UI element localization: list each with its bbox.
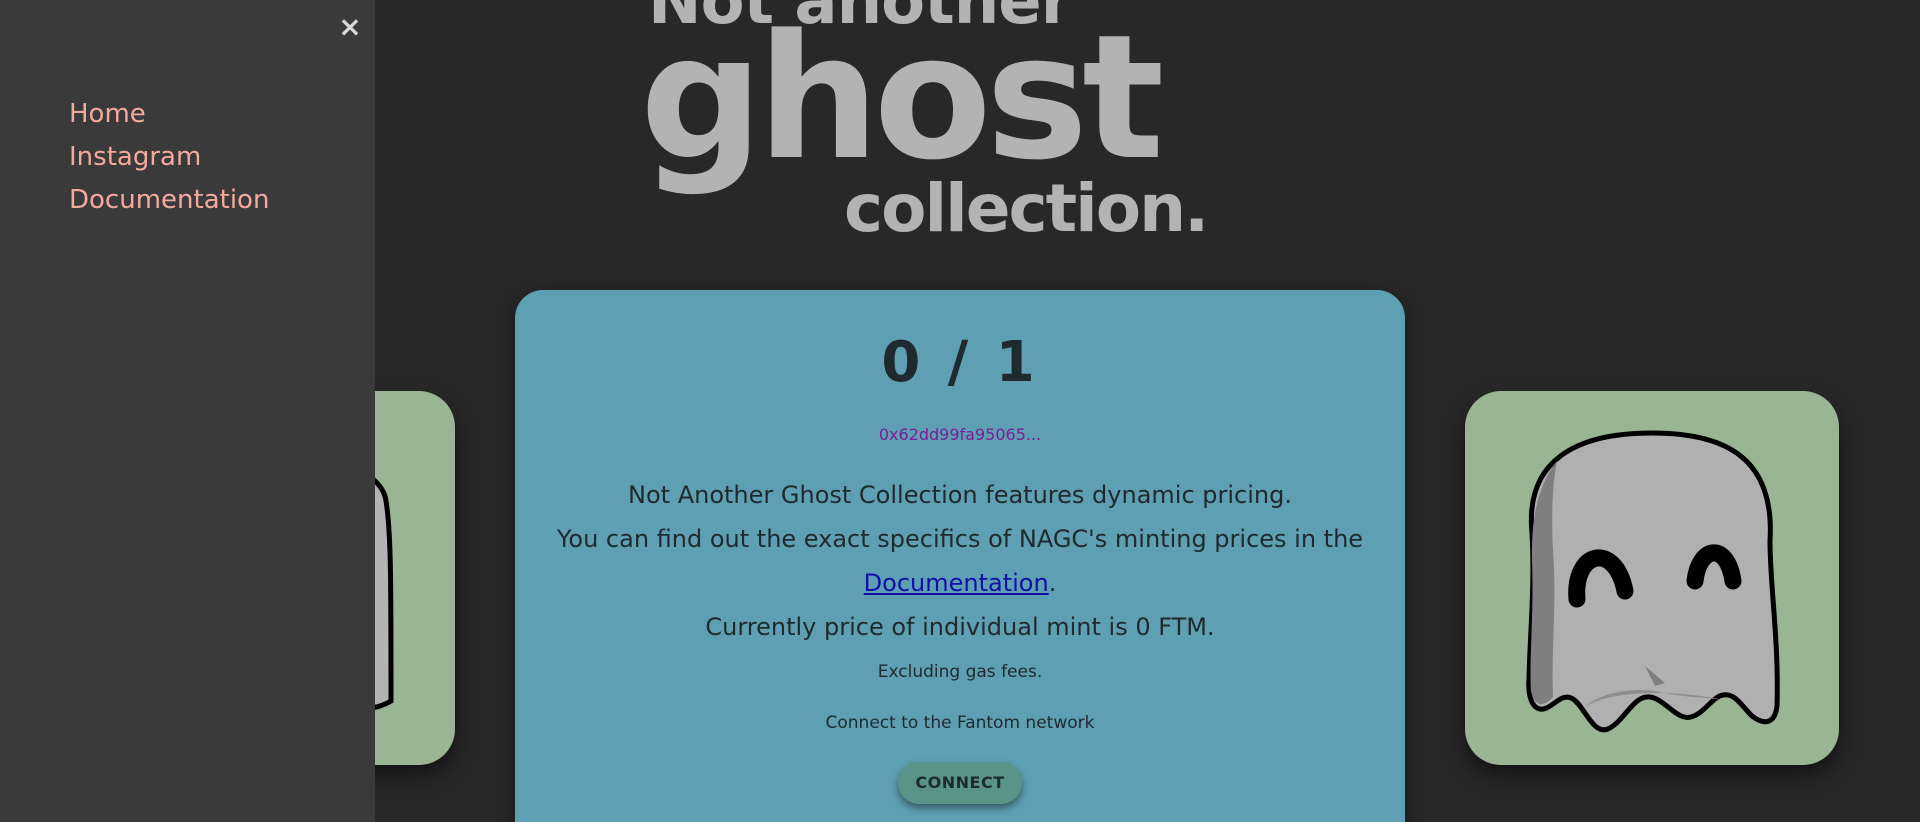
- page: Not another ghost collection. 0 / 1 0x62…: [0, 0, 1920, 822]
- sidebar-nav: Home Instagram Documentation: [69, 93, 269, 222]
- ghost-card-right: [1465, 391, 1839, 765]
- sidebar-item-home[interactable]: Home: [69, 93, 269, 136]
- ghost-icon: [1526, 430, 1780, 733]
- logo-line-2: ghost: [640, 0, 1164, 198]
- wallet-address: 0x62dd99fa95065...: [878, 425, 1042, 444]
- description-line-4: Currently price of individual mint is 0 …: [705, 613, 1215, 641]
- connect-button[interactable]: CONNECT: [898, 762, 1022, 804]
- description-line-1: Not Another Ghost Collection features dy…: [628, 481, 1292, 509]
- logo-line-3: collection.: [844, 170, 1209, 247]
- sidebar: × Home Instagram Documentation: [0, 0, 375, 822]
- description-line-3: Documentation.: [535, 561, 1385, 605]
- sidebar-item-instagram[interactable]: Instagram: [69, 136, 269, 179]
- mint-card: 0 / 1 0x62dd99fa95065... Not Another Gho…: [515, 290, 1405, 822]
- sidebar-item-documentation[interactable]: Documentation: [69, 179, 269, 222]
- close-icon[interactable]: ×: [336, 10, 364, 44]
- mint-counter: 0 / 1: [881, 330, 1039, 395]
- description-line-2: You can find out the exact specifics of …: [556, 525, 1364, 553]
- network-note: Connect to the Fantom network: [825, 713, 1095, 733]
- gas-fee-note: Excluding gas fees.: [877, 662, 1043, 682]
- documentation-suffix: .: [1048, 569, 1057, 597]
- logo: Not another ghost collection.: [640, 0, 1209, 242]
- pricing-description: Not Another Ghost Collection features dy…: [535, 473, 1385, 649]
- documentation-link[interactable]: Documentation: [864, 569, 1049, 597]
